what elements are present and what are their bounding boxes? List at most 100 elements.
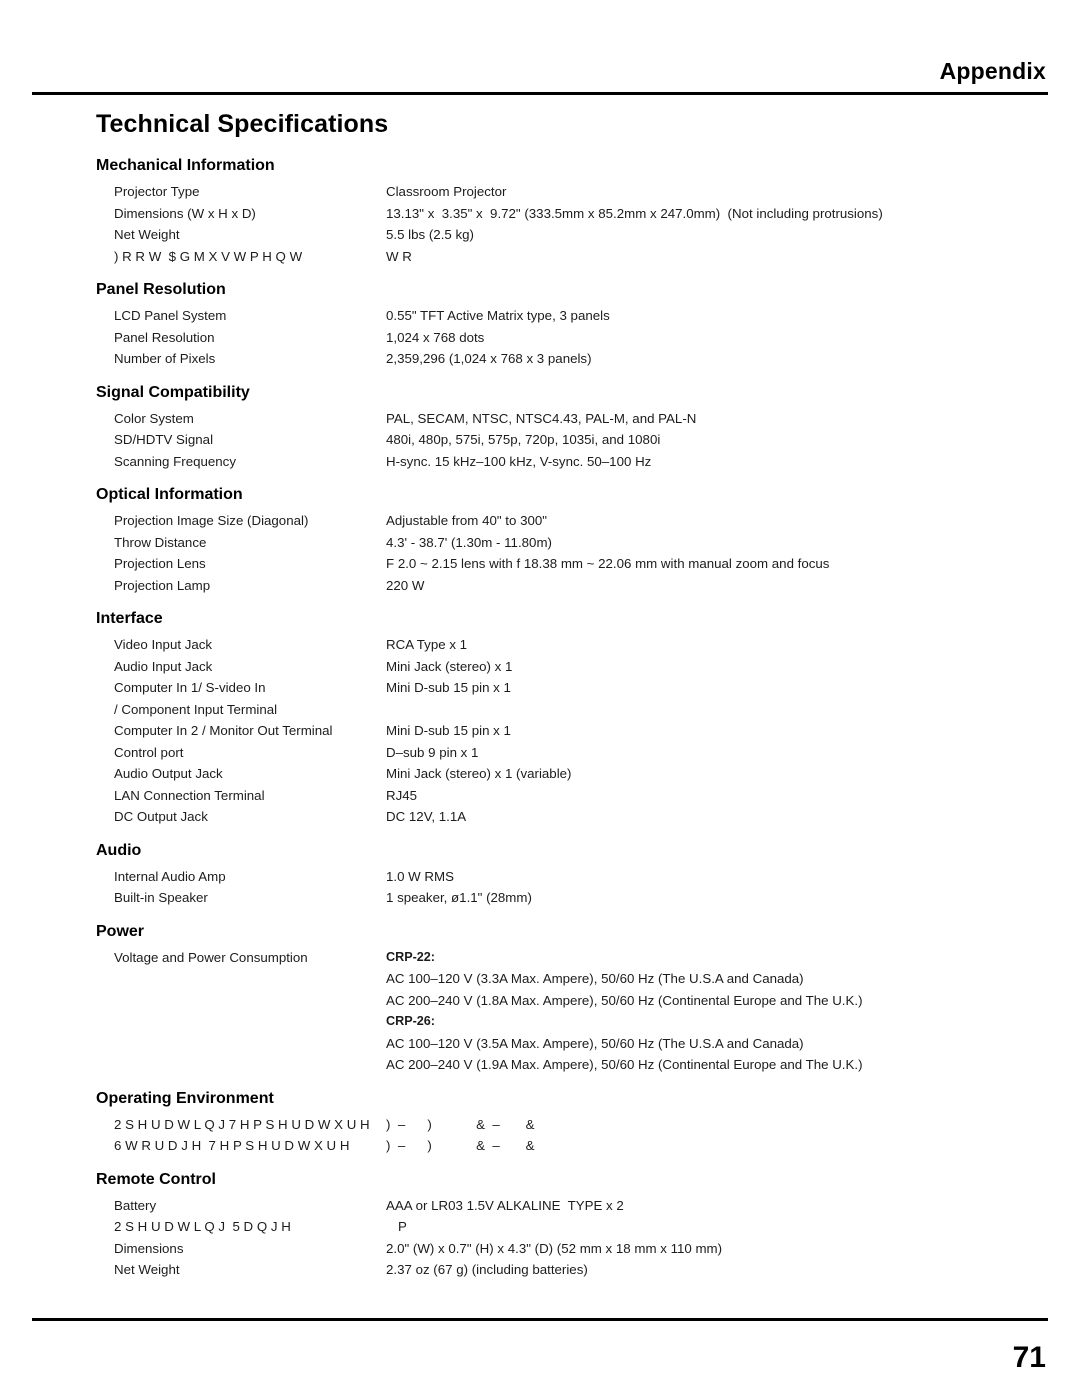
spec-value: ) – ) & – & [386,1116,535,1132]
spec-row: Color System PAL, SECAM, NTSC, NTSC4.43, … [96,408,996,430]
footer-divider [32,1318,1048,1321]
spec-label: 6 W R U D J H 7 H P S H U D W X U H [114,1138,350,1153]
spec-value: H-sync. 15 kHz–100 kHz, V-sync. 50–100 H… [386,453,652,469]
spec-label: Dimensions [114,1240,184,1256]
spec-value: 1,024 x 768 dots [386,329,485,345]
spec-value: RCA Type x 1 [386,637,468,652]
spec-value: 1.0 W RMS [386,868,454,884]
spec-row: Computer In 1/ S-video In Mini D-sub 15 p… [96,677,996,699]
spec-label: Computer In 2 / Monitor Out Terminal [114,723,333,738]
spec-label: 2 S H U D W L Q J 7 H P S H U D W X U H [114,1116,370,1132]
spec-label: Built-in Speaker [114,890,208,905]
spec-label: LAN Connection Terminal [114,787,265,803]
spec-value: ) – ) & – & [386,1138,535,1153]
spec-value: PAL, SECAM, NTSC, NTSC4.43, PAL-M, and P… [386,410,697,426]
spec-value: 0.55" TFT Active Matrix type, 3 panels [386,308,610,323]
spec-label: Audio Input Jack [114,658,213,674]
spec-section: Interface Video Input Jack RCA Type x 1 Aud… [96,610,996,828]
spec-value: Mini D-sub 15 pin x 1 [386,680,511,695]
page-title: Technical Specifications [96,110,389,138]
spec-label: Computer In 1/ S-video In [114,680,266,695]
spec-row: LCD Panel System 0.55" TFT Active Matrix … [96,305,996,327]
spec-value: P [398,1219,407,1234]
spec-label: Internal Audio Amp [114,868,226,884]
document-page: Appendix Technical Specifications Mechan… [0,0,1080,1397]
spec-value: W R [386,248,412,264]
spec-rows: LCD Panel System 0.55" TFT Active Matrix … [96,305,996,370]
header-divider [32,92,1048,95]
spec-row: Dimensions (W x H x D) 13.13" x 3.35" x 9… [96,203,996,225]
spec-row: AC 200–240 V (1.8A Max. Ampere), 50/60 H… [96,990,996,1012]
spec-row: Projection Image Size (Diagonal) Adjustab… [96,510,996,532]
spec-label: Voltage and Power Consumption [114,949,308,965]
spec-value: 4.3' - 38.7' (1.30m - 11.80m) [386,534,552,550]
spec-label: LCD Panel System [114,308,227,323]
spec-row: Voltage and Power Consumption CRP-22: [96,947,996,969]
spec-section: Mechanical Information Projector Type Clas… [96,157,996,267]
spec-row: Net Weight 5.5 lbs (2.5 kg) [96,224,996,246]
spec-label: Net Weight [114,227,180,242]
spec-label: Projection Lamp [114,577,211,593]
spec-label: Dimensions (W x H x D) [114,205,256,221]
spec-row: ) R R W $ G M X V W P H Q W W R [96,246,996,268]
spec-section: Power Voltage and Power Consumption CRP-22… [96,923,996,1076]
spec-row: Dimensions 2.0" (W) x 0.7" (H) x 4.3" (D)… [96,1238,996,1260]
spec-rows: Voltage and Power Consumption CRP-22: AC 1… [96,947,996,1076]
spec-row: Projection Lens F 2.0 ~ 2.15 lens with f … [96,553,996,575]
spec-section: Operating Environment 2 S H U D W L Q J 7… [96,1090,996,1157]
spec-label: Scanning Frequency [114,453,236,469]
spec-row: 2 S H U D W L Q J 5 D Q J H P [96,1216,996,1238]
spec-label: Audio Output Jack [114,766,223,781]
spec-label: DC Output Jack [114,809,208,824]
spec-value: Mini Jack (stereo) x 1 (variable) [386,766,572,781]
spec-row: Audio Input Jack Mini Jack (stereo) x 1 [96,656,996,678]
spec-label: Number of Pixels [114,351,216,366]
section-heading: Mechanical Information [96,157,275,174]
spec-row: AC 100–120 V (3.5A Max. Ampere), 50/60 H… [96,1033,996,1055]
spec-row: Projector Type Classroom Projector [96,181,996,203]
spec-value: AC 200–240 V (1.9A Max. Ampere), 50/60 H… [386,1057,863,1072]
spec-value: 5.5 lbs (2.5 kg) [386,227,474,242]
spec-row: AC 200–240 V (1.9A Max. Ampere), 50/60 H… [96,1054,996,1076]
spec-label: Throw Distance [114,534,207,550]
spec-section: Audio Internal Audio Amp 1.0 W RMS Built-in… [96,842,996,909]
spec-row: Throw Distance 4.3' - 38.7' (1.30m - 11.8… [96,532,996,554]
spec-value: Classroom Projector [386,184,507,199]
spec-label: Video Input Jack [114,637,213,652]
spec-label: Projector Type [114,184,200,199]
spec-value: Mini D-sub 15 pin x 1 [386,723,511,738]
spec-section: Remote Control Battery AAA or LR03 1.5V AL… [96,1171,996,1281]
spec-value: 1 speaker, ø1.1" (28mm) [386,890,532,905]
spec-row: Panel Resolution 1,024 x 768 dots [96,327,996,349]
spec-value: F 2.0 ~ 2.15 lens with f 18.38 mm ~ 22.0… [386,556,830,571]
spec-value: AC 200–240 V (1.8A Max. Ampere), 50/60 H… [386,992,863,1008]
section-heading: Remote Control [96,1170,216,1188]
spec-label: Control port [114,744,184,760]
section-heading: Power [96,922,145,940]
spec-row: Control port D–sub 9 pin x 1 [96,742,996,764]
spec-row: Projection Lamp 220 W [96,575,996,597]
spec-value: D–sub 9 pin x 1 [386,744,479,760]
spec-row: Number of Pixels 2,359,296 (1,024 x 768 x… [96,348,996,370]
spec-value: AC 100–120 V (3.3A Max. Ampere), 50/60 H… [386,971,804,986]
spec-label: SD/HDTV Signal [114,432,214,447]
spec-value: 2.37 oz (67 g) (including batteries) [386,1262,588,1277]
spec-rows: Battery AAA or LR03 1.5V ALKALINE TYPE x … [96,1195,996,1281]
spec-row: Built-in Speaker 1 speaker, ø1.1" (28mm) [96,887,996,909]
spec-rows: Video Input Jack RCA Type x 1 Audio Input … [96,634,996,828]
spec-value: AAA or LR03 1.5V ALKALINE TYPE x 2 [386,1197,624,1213]
spec-value: 2,359,296 (1,024 x 768 x 3 panels) [386,351,592,366]
section-heading: Signal Compatibility [96,383,250,401]
spec-value: AC 100–120 V (3.5A Max. Ampere), 50/60 H… [386,1035,804,1051]
spec-value: CRP-26: [386,1014,435,1028]
spec-value: CRP-22: [386,949,435,964]
spec-label: Color System [114,410,194,426]
section-heading: Audio [96,841,142,859]
spec-row: SD/HDTV Signal 480i, 480p, 575i, 575p, 72… [96,429,996,451]
spec-row: 6 W R U D J H 7 H P S H U D W X U H ) – )… [96,1135,996,1157]
spec-row: Computer In 2 / Monitor Out Terminal Mini… [96,720,996,742]
spec-value: Mini Jack (stereo) x 1 [386,658,513,674]
spec-value: 220 W [386,577,425,593]
spec-section: Optical Information Projection Image Size… [96,486,996,596]
spec-row: LAN Connection Terminal RJ45 [96,785,996,807]
